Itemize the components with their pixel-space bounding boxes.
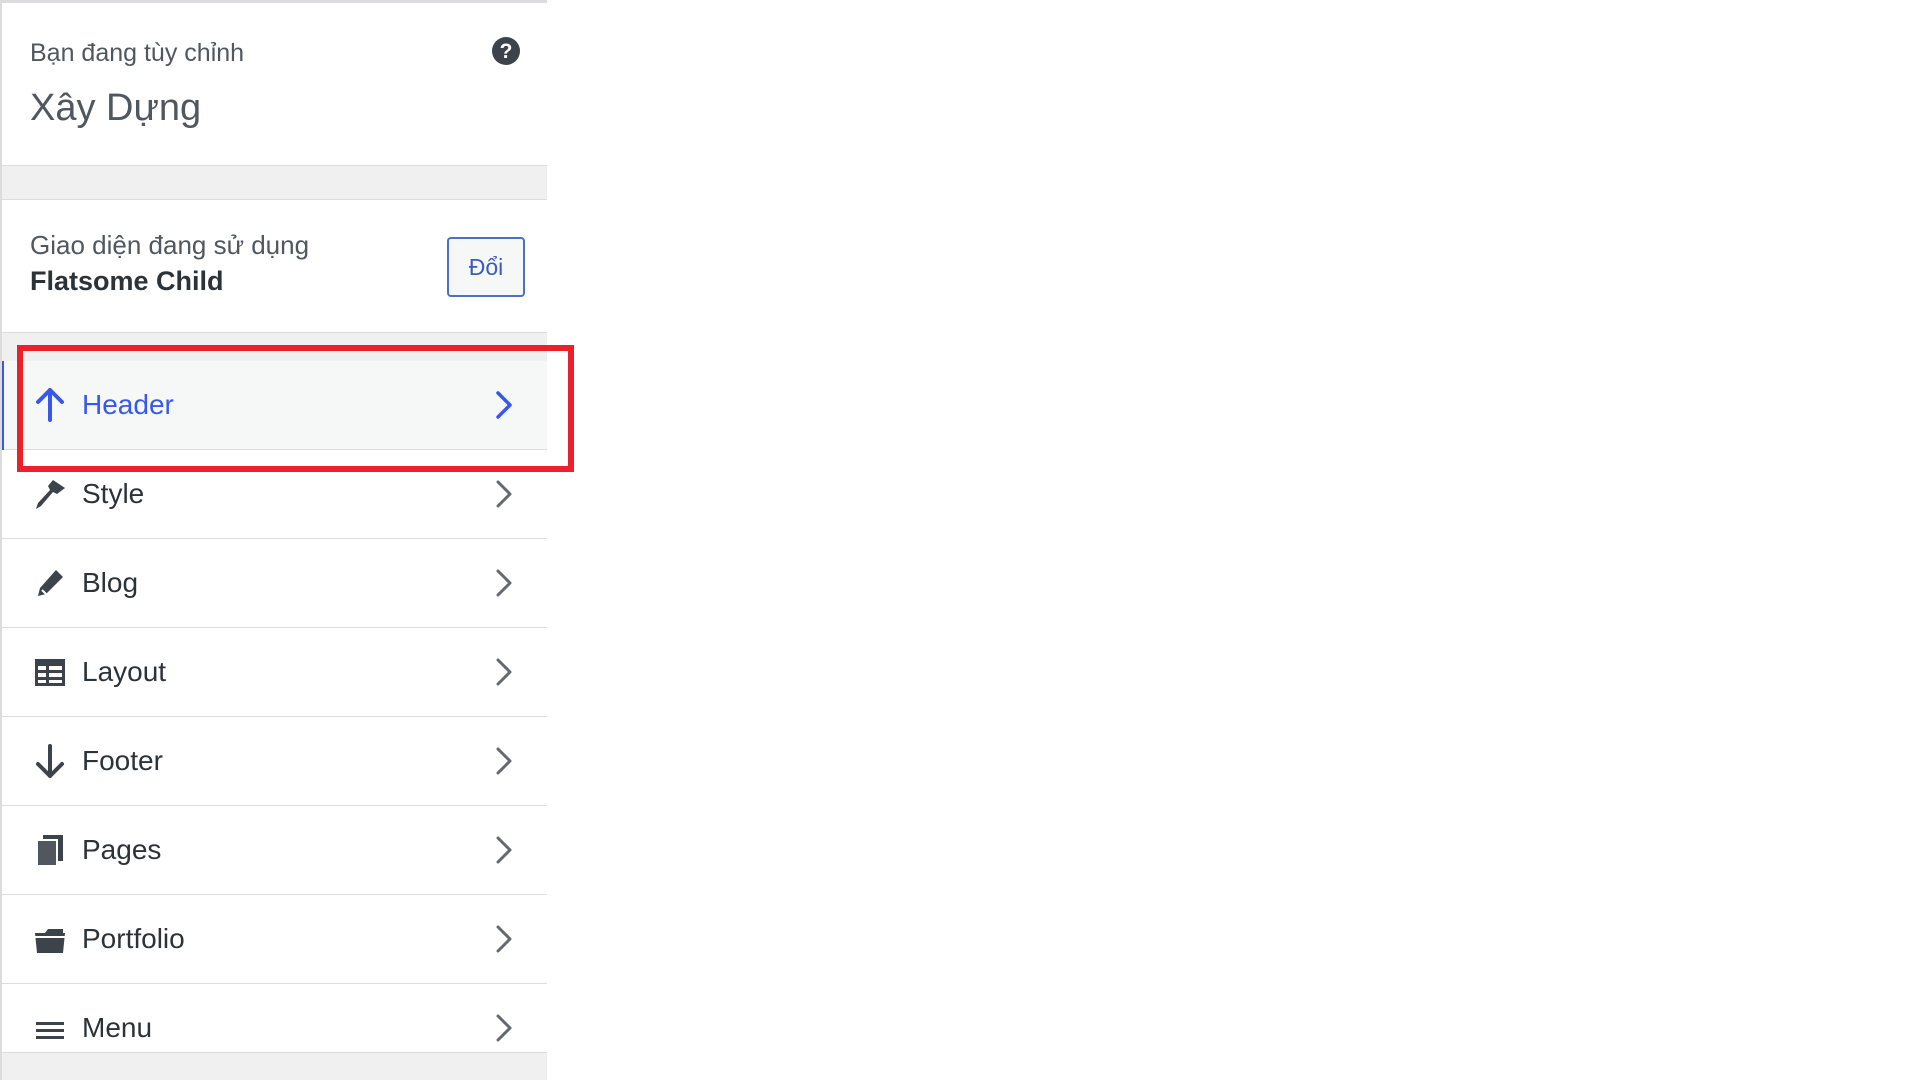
menu-item-label: Blog [82, 567, 139, 598]
chevron-right-icon [496, 836, 512, 864]
menu-item-pages[interactable]: Pages [2, 806, 547, 895]
chevron-right-icon [496, 480, 512, 508]
portfolio-icon [35, 929, 65, 953]
change-theme-button[interactable]: Đổi [447, 237, 525, 297]
menu-item-portfolio[interactable]: Portfolio [2, 895, 547, 984]
menu-item-label: Footer [82, 745, 163, 776]
layout-table-icon [35, 659, 65, 686]
active-theme-label: Giao diện đang sử dụng [30, 230, 310, 260]
chevron-right-icon [496, 569, 512, 597]
customizer-info: Bạn đang tùy chỉnh Xây Dựng ? [2, 3, 547, 166]
help-icon[interactable]: ? [492, 37, 520, 65]
pages-icon [36, 835, 63, 867]
arrow-down-icon [36, 744, 64, 778]
menu-item-blog[interactable]: Blog [2, 539, 547, 628]
menu-item-label: Portfolio [82, 923, 185, 954]
pencil-icon [38, 570, 63, 596]
site-title: Xây Dựng [30, 87, 202, 129]
chevron-right-icon [496, 658, 512, 686]
menu-item-footer[interactable]: Footer [2, 717, 547, 806]
customizer-footer-bar [2, 1052, 547, 1080]
customizer-panel: Bạn đang tùy chỉnh Xây Dựng ? Giao diện … [0, 0, 547, 1080]
chevron-right-icon [496, 1014, 512, 1042]
chevron-right-icon [496, 747, 512, 775]
active-theme-section: Giao diện đang sử dụng Flatsome Child Đổ… [2, 199, 547, 333]
menu-item-layout[interactable]: Layout [2, 628, 547, 717]
menu-item-label: Menu [82, 1012, 153, 1043]
menu-item-label: Style [82, 478, 145, 509]
menu-item-label: Pages [82, 834, 162, 865]
chevron-right-icon [496, 925, 512, 953]
active-theme-name: Flatsome Child [30, 266, 224, 296]
paintbrush-icon [36, 480, 65, 509]
active-indicator [2, 361, 4, 450]
menu-lines-icon [36, 1022, 64, 1039]
menu-item-label: Layout [82, 656, 167, 687]
highlight-box [17, 345, 574, 472]
customizing-label: Bạn đang tùy chỉnh [30, 39, 245, 67]
